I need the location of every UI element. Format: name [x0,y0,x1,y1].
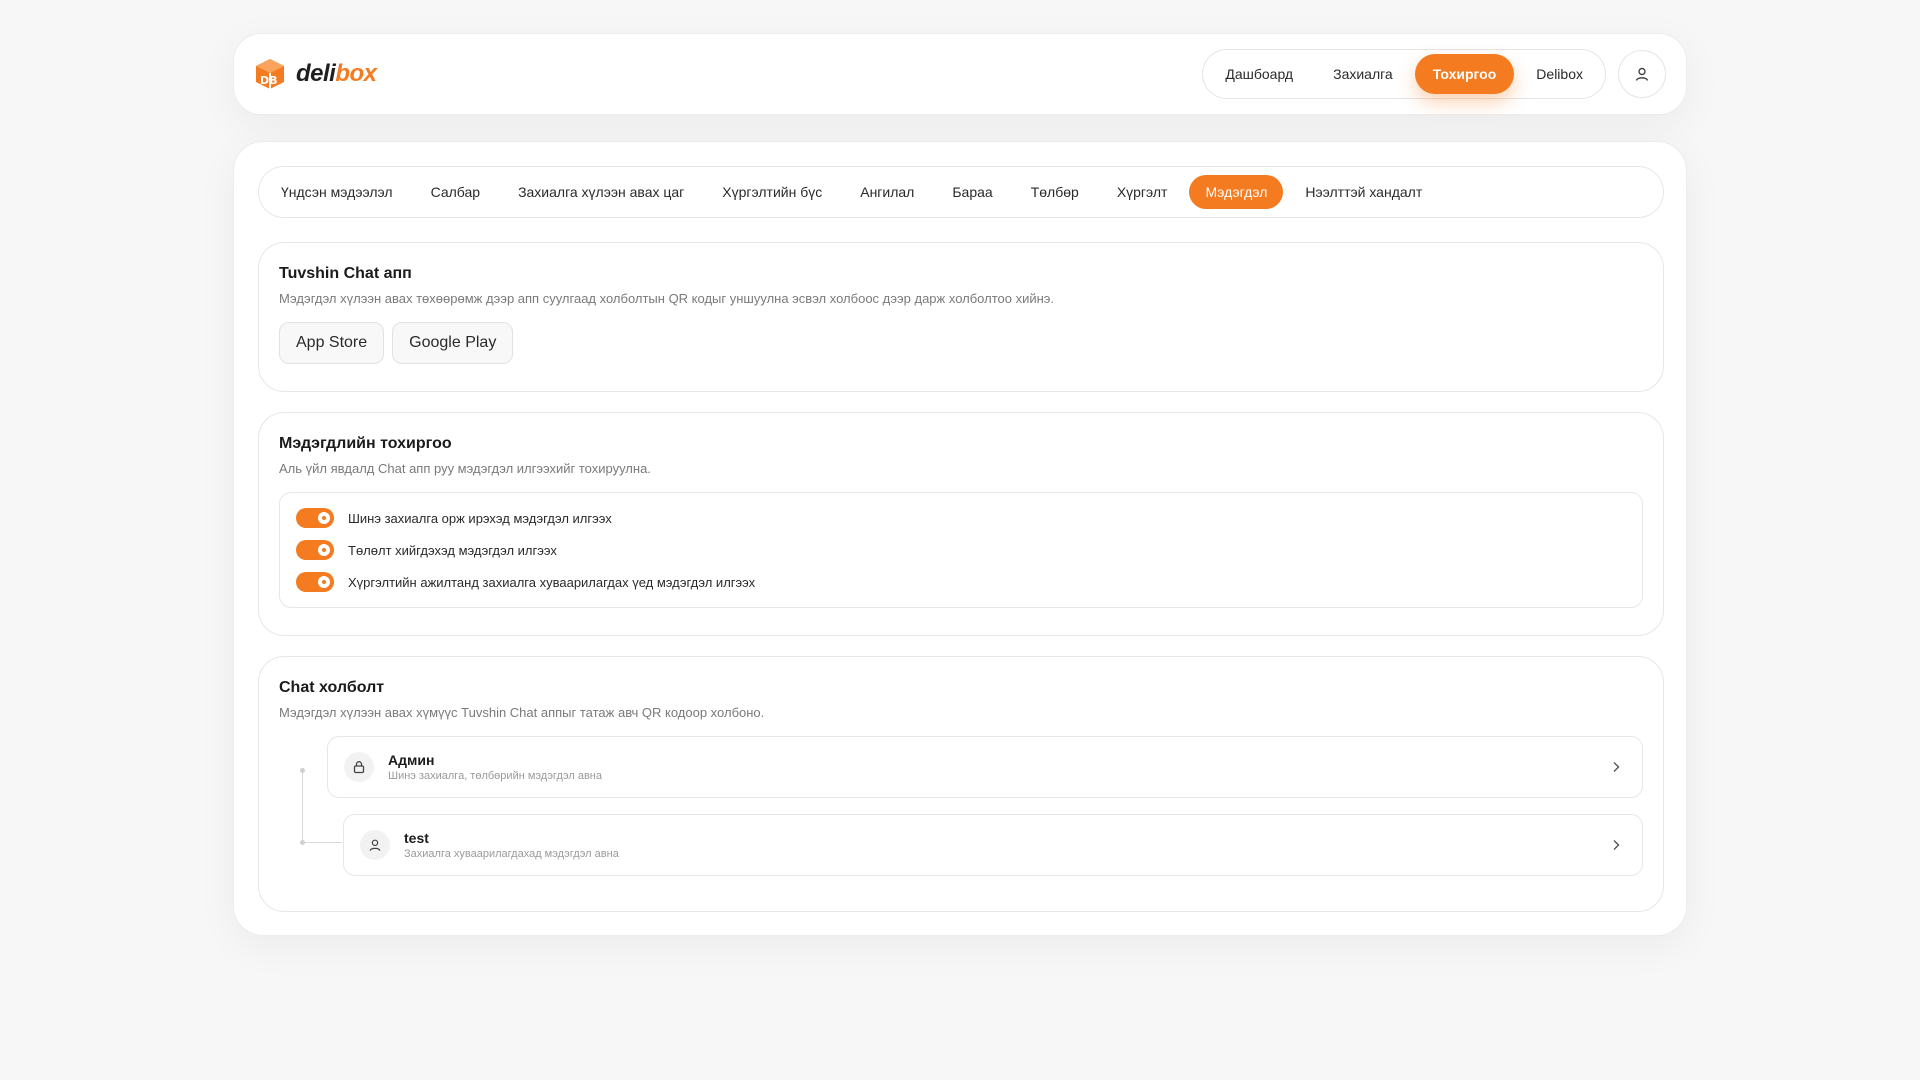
brand-name: delibox [296,60,377,88]
brand-name-part2: box [335,60,377,87]
settings-panel: Үндсэн мэдээлэл Салбар Захиалга хүлээн а… [233,141,1687,936]
notification-settings-description: Аль үйл явдалд Chat апп руу мэдэгдэл илг… [279,461,651,476]
user-icon [360,830,390,860]
nav-item-delibox[interactable]: Delibox [1518,54,1601,94]
box-logo-icon: DB [252,56,288,92]
chat-connection-card: Chat холболт Мэдэгдэл хүлээн авах хүмүүс… [258,656,1664,912]
chat-connection-description: Мэдэгдэл хүлээн авах хүмүүс Tuvshin Chat… [279,705,765,720]
contact-text: Админ Шинэ захиалга, төлбөрийн мэдэгдэл … [388,752,1608,782]
svg-text:DB: DB [260,74,278,87]
store-buttons: App Store Google Play [279,322,1643,364]
tab-order-hours[interactable]: Захиалга хүлээн авах цаг [502,175,700,209]
nav-item-settings[interactable]: Тохиргоо [1414,54,1515,94]
chat-app-card: Tuvshin Chat апп Мэдэгдэл хүлээн авах тө… [258,242,1664,392]
settings-tabs: Үндсэн мэдээлэл Салбар Захиалга хүлээн а… [258,166,1664,218]
brand-logo[interactable]: DB delibox [252,56,377,92]
tab-delivery[interactable]: Хүргэлт [1101,175,1184,209]
nav-wrapper: Дашбоард Захиалга Тохиргоо Delibox [1202,49,1666,99]
tree-node-dot [300,768,305,773]
tab-open-access[interactable]: Нээлттэй хандалт [1289,175,1438,209]
tree-node-dot [300,840,305,845]
tab-category[interactable]: Ангилал [844,175,930,209]
toggle-list: Шинэ захиалга орж ирэхэд мэдэгдэл илгээх… [279,492,1643,608]
app-store-button[interactable]: App Store [279,322,385,364]
contact-item-test[interactable]: test Захиалга хуваарилагдахад мэдэгдэл а… [343,814,1643,876]
tree-line-vertical [302,770,303,842]
toggle-row-new-order: Шинэ захиалга орж ирэхэд мэдэгдэл илгээх [296,507,1626,529]
nav-item-dashboard[interactable]: Дашбоард [1207,54,1311,94]
payment-toggle-label: Төлөлт хийгдэхэд мэдэгдэл илгээх [348,542,557,558]
assignment-toggle-label: Хүргэлтийн ажилтанд захиалга хуваарилагд… [348,574,756,590]
new-order-toggle[interactable] [296,508,334,528]
contact-subtitle: Захиалга хуваарилагдахад мэдэгдэл авна [404,848,619,860]
nav-item-orders[interactable]: Захиалга [1315,54,1411,94]
user-icon [1635,67,1649,81]
toggle-row-assignment: Хүргэлтийн ажилтанд захиалга хуваарилагд… [296,571,1626,593]
top-header: DB delibox Дашбоард Захиалга Тохиргоо De… [233,33,1687,115]
tab-delivery-zone[interactable]: Хүргэлтийн бүс [706,175,838,209]
contact-text: test Захиалга хуваарилагдахад мэдэгдэл а… [404,830,1608,860]
google-play-button[interactable]: Google Play [392,322,514,364]
main-nav: Дашбоард Захиалга Тохиргоо Delibox [1202,49,1606,99]
contact-name: test [404,830,429,846]
notification-settings-card: Мэдэгдлийн тохиргоо Аль үйл явдалд Chat … [258,412,1664,636]
contact-name: Админ [388,752,435,768]
tree-line-horizontal [302,842,342,843]
tab-products[interactable]: Бараа [936,175,1008,209]
tab-branch[interactable]: Салбар [415,175,497,209]
lock-icon [344,752,374,782]
chat-app-description: Мэдэгдэл хүлээн авах төхөөрөмж дээр апп … [279,291,1055,306]
assignment-toggle[interactable] [296,572,334,592]
chat-app-title: Tuvshin Chat апп [279,265,412,282]
chevron-right-icon [1608,837,1624,853]
tab-notifications[interactable]: Мэдэгдэл [1189,175,1284,209]
contact-subtitle: Шинэ захиалга, төлбөрийн мэдэгдэл авна [388,770,602,782]
chat-connection-title: Chat холболт [279,679,385,696]
chevron-right-icon [1608,759,1624,775]
tab-payment[interactable]: Төлбөр [1015,175,1095,209]
brand-name-part1: deli [296,60,336,87]
notification-settings-title: Мэдэгдлийн тохиргоо [279,435,452,452]
payment-toggle[interactable] [296,540,334,560]
tab-basic-info[interactable]: Үндсэн мэдээлэл [265,175,409,209]
user-menu-button[interactable] [1618,50,1666,98]
new-order-toggle-label: Шинэ захиалга орж ирэхэд мэдэгдэл илгээх [348,510,612,526]
toggle-row-payment: Төлөлт хийгдэхэд мэдэгдэл илгээх [296,539,1626,561]
contact-item-admin[interactable]: Админ Шинэ захиалга, төлбөрийн мэдэгдэл … [327,736,1643,798]
contact-tree: Админ Шинэ захиалга, төлбөрийн мэдэгдэл … [279,736,1643,878]
